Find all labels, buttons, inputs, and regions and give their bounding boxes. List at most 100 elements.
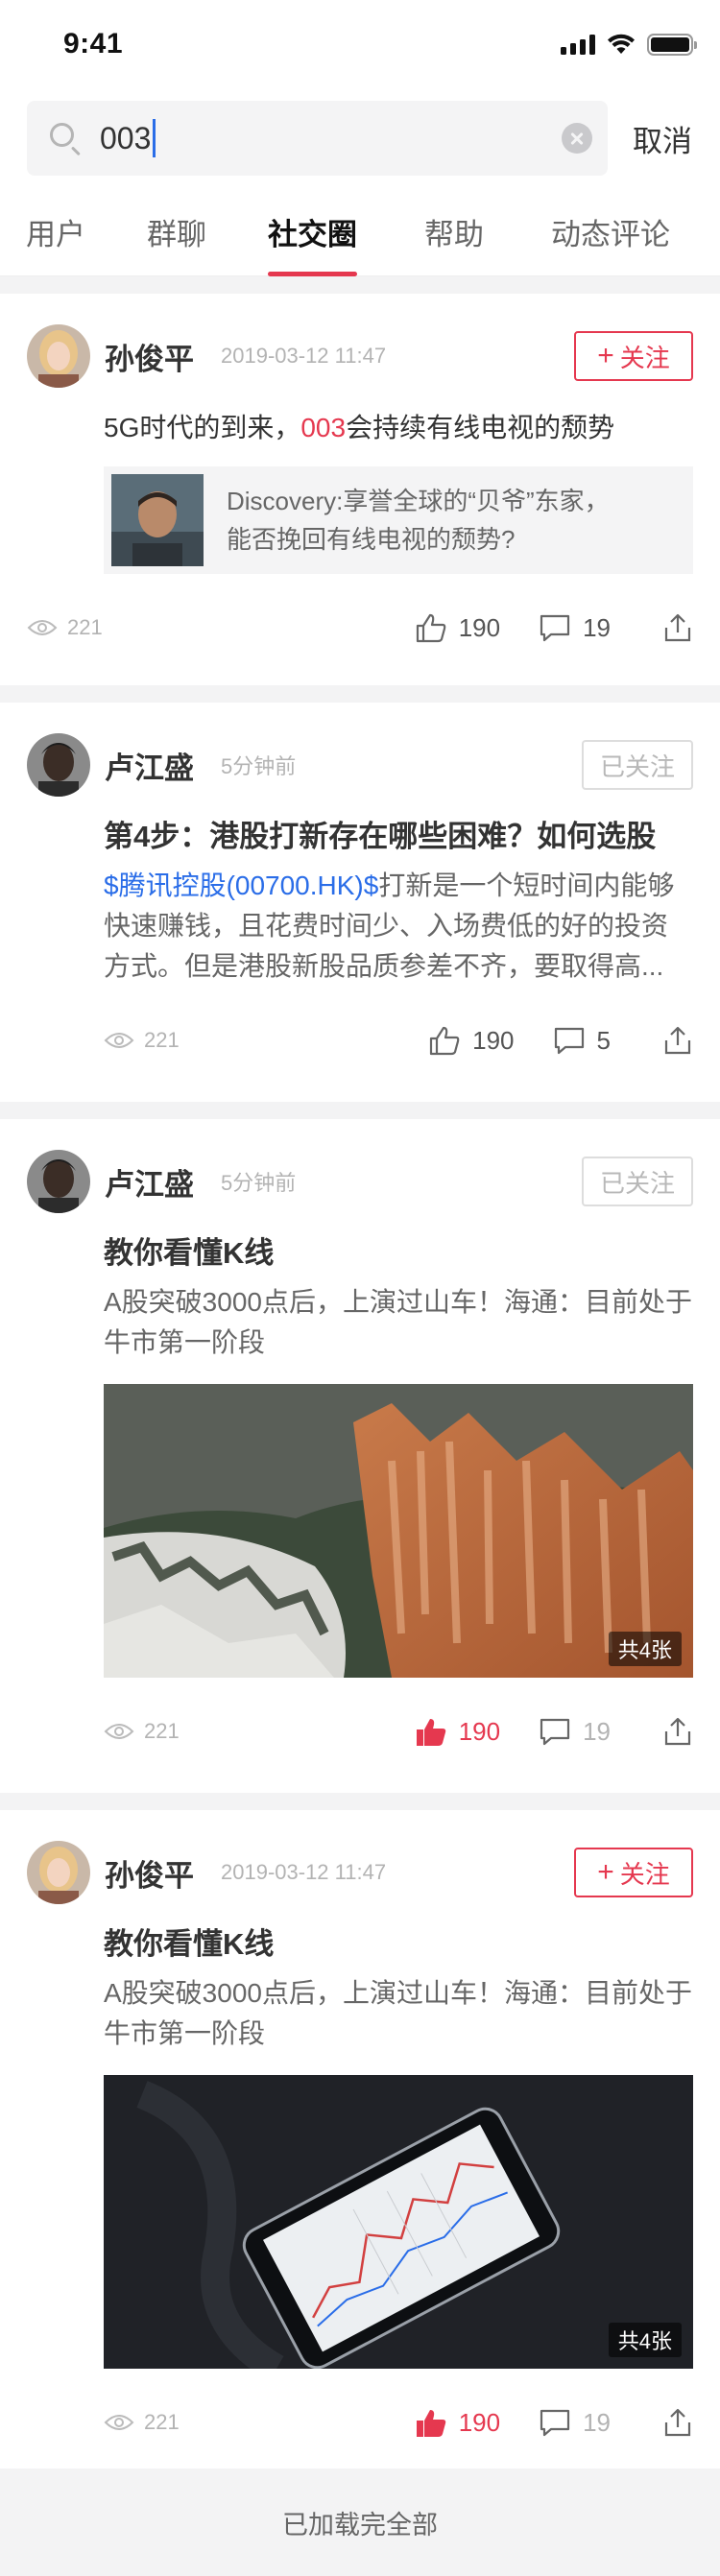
image-count-badge: 共4张 <box>608 1632 682 1666</box>
post-title: 第4步：港股打新存在哪些困难？如何选股 <box>104 820 657 853</box>
avatar[interactable] <box>27 733 90 797</box>
share-icon <box>664 613 691 642</box>
post-desc: A股突破3000点后，上演过山车！海通：目前处于牛市第一阶段 <box>104 1287 692 1357</box>
post-image[interactable]: 共4张 <box>104 2075 693 2369</box>
author-name[interactable]: 卢江盛 <box>105 744 194 787</box>
follow-button[interactable]: + 关注 <box>574 331 693 381</box>
section-divider <box>0 1793 720 1810</box>
post-body: 教你看懂K线 A股突破3000点后，上演过山车！海通：目前处于牛市第一阶段 共4… <box>27 1232 693 1678</box>
share-button[interactable] <box>662 1716 693 1747</box>
tab-bar: 用户 群聊 社交圈 帮助 动态评论 <box>0 188 720 276</box>
author-name[interactable]: 孙俊平 <box>105 1851 194 1895</box>
like-button[interactable]: 190 <box>428 1025 515 1056</box>
comment-button[interactable]: 19 <box>539 612 611 643</box>
avatar[interactable] <box>27 324 90 388</box>
share-icon <box>664 1026 691 1055</box>
post-card[interactable]: 卢江盛 5分钟前 已关注 第4步：港股打新存在哪些困难？如何选股 $腾讯控股(0… <box>0 733 720 1079</box>
section-divider <box>0 276 720 294</box>
comment-button[interactable]: 19 <box>539 1716 611 1747</box>
battery-icon <box>647 33 697 56</box>
like-button[interactable]: 190 <box>415 1716 500 1747</box>
author-name[interactable]: 孙俊平 <box>105 335 194 378</box>
view-count: 221 <box>27 615 103 640</box>
post-body: 5G时代的到来，003会持续有线电视的颓势 Discovery:享誉全球的“贝爷… <box>27 407 693 574</box>
post-card[interactable]: 孙俊平 2019-03-12 11:47 + 关注 教你看懂K线 A股突破3000… <box>0 1841 720 2461</box>
status-icons <box>561 33 697 56</box>
stock-tag[interactable]: $腾讯控股(00700.HK)$ <box>104 871 378 900</box>
post-text-suffix: 会持续有线电视的颓势 <box>346 413 615 442</box>
share-button[interactable] <box>662 2407 693 2438</box>
status-bar: 9:41 <box>0 0 720 88</box>
keyword-highlight: 003 <box>300 413 347 442</box>
clear-icon[interactable] <box>562 123 592 154</box>
like-count: 190 <box>458 612 501 642</box>
post-actions: 221 190 5 <box>27 1002 693 1079</box>
post-header: 卢江盛 5分钟前 已关注 <box>27 1150 693 1213</box>
thumbs-up-filled-icon <box>416 2410 445 2437</box>
post-card[interactable]: 孙俊平 2019-03-12 11:47 + 关注 5G时代的到来，003会持续有… <box>0 324 720 666</box>
wifi-icon <box>608 34 635 54</box>
author-name[interactable]: 卢江盛 <box>105 1160 194 1204</box>
following-button[interactable]: 已关注 <box>582 740 693 790</box>
eye-icon <box>27 620 58 635</box>
view-count-value: 221 <box>144 1719 180 1743</box>
search-input[interactable]: 003 <box>100 119 562 157</box>
avatar[interactable] <box>27 1150 90 1213</box>
comment-count: 19 <box>583 612 611 642</box>
search-box[interactable]: 003 <box>27 101 608 176</box>
thumbs-up-icon <box>430 1026 460 1056</box>
cancel-button[interactable]: 取消 <box>633 117 692 160</box>
comment-icon <box>540 1718 570 1746</box>
plus-icon: + <box>597 1856 614 1888</box>
tab-users[interactable]: 用户 <box>26 188 85 276</box>
tab-group-chat[interactable]: 群聊 <box>147 188 206 276</box>
like-count: 190 <box>458 1716 501 1746</box>
share-button[interactable] <box>662 1025 693 1056</box>
avatar[interactable] <box>27 1841 90 1904</box>
post-text: 5G时代的到来，003会持续有线电视的颓势 <box>104 407 693 449</box>
link-title: Discovery:享誉全球的“贝爷”东家， 能否挽回有线电视的颓势? <box>227 482 610 559</box>
comment-icon <box>540 2409 570 2437</box>
post-image[interactable]: 共4张 <box>104 1384 693 1678</box>
following-button[interactable]: 已关注 <box>582 1157 693 1206</box>
comment-button[interactable]: 5 <box>553 1025 611 1056</box>
share-icon <box>664 1717 691 1746</box>
view-count: 221 <box>104 1028 180 1053</box>
post-text-prefix: 5G时代的到来， <box>104 413 301 442</box>
like-count: 190 <box>458 2407 501 2437</box>
post-actions: 221 190 19 <box>27 1693 693 1770</box>
tab-help[interactable]: 帮助 <box>424 188 484 276</box>
post-card[interactable]: 卢江盛 5分钟前 已关注 教你看懂K线 A股突破3000点后，上演过山车！海通：… <box>0 1150 720 1770</box>
plus-icon: + <box>597 340 614 371</box>
comment-count: 19 <box>583 1716 611 1746</box>
link-thumbnail <box>111 474 204 566</box>
thumbs-up-icon <box>416 613 446 643</box>
comment-button[interactable]: 19 <box>539 2407 611 2438</box>
follow-button[interactable]: + 关注 <box>574 1848 693 1897</box>
post-actions: 221 190 19 <box>27 589 693 666</box>
thumbs-up-filled-icon <box>416 1719 445 1746</box>
like-button[interactable]: 190 <box>415 2407 500 2438</box>
view-count: 221 <box>104 2410 180 2435</box>
comment-count: 5 <box>596 1025 611 1055</box>
like-button[interactable]: 190 <box>415 612 500 643</box>
post-desc: $腾讯控股(00700.HK)$打新是一个短时间内能够快速赚钱，且花费时间少、入… <box>104 866 693 987</box>
post-time: 2019-03-12 11:47 <box>221 1860 387 1884</box>
post-time: 5分钟前 <box>221 754 297 778</box>
post-body: 第4步：港股打新存在哪些困难？如何选股 $腾讯控股(00700.HK)$打新是一… <box>27 816 693 987</box>
image-count-badge: 共4张 <box>608 2323 682 2357</box>
view-count-value: 221 <box>144 2410 180 2434</box>
eye-icon <box>104 2415 134 2430</box>
tab-social-circle[interactable]: 社交圈 <box>268 188 357 276</box>
search-icon <box>46 119 84 157</box>
view-count-value: 221 <box>144 1028 180 1052</box>
text-caret <box>153 119 156 157</box>
like-count: 190 <box>472 1025 515 1055</box>
link-title-line2: 能否挽回有线电视的颓势? <box>227 525 516 554</box>
view-count-value: 221 <box>67 615 103 639</box>
eye-icon <box>104 1033 134 1048</box>
eye-icon <box>104 1724 134 1739</box>
link-card[interactable]: Discovery:享誉全球的“贝爷”东家， 能否挽回有线电视的颓势? <box>104 466 693 574</box>
tab-activity-comments[interactable]: 动态评论 <box>551 188 670 276</box>
share-button[interactable] <box>662 612 693 643</box>
